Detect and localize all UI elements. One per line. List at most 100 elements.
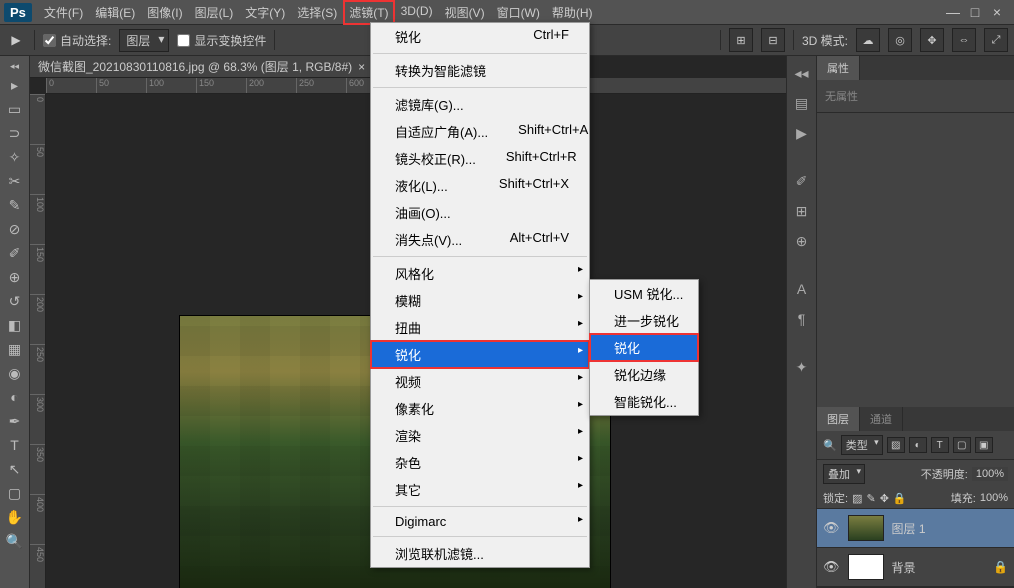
layer-name[interactable]: 图层 1	[892, 520, 926, 537]
submenu-item[interactable]: 智能锐化...	[590, 388, 698, 415]
auto-select-checkbox[interactable]: 自动选择:	[43, 32, 111, 49]
clone-stamp-tool[interactable]: ⊕	[3, 266, 27, 288]
distribute-button[interactable]: ⊟	[761, 28, 785, 52]
lock-paint-icon[interactable]: ✎	[866, 492, 875, 505]
lock-transparency-icon[interactable]: ▨	[852, 492, 862, 505]
history-panel-icon[interactable]: ▤	[791, 92, 813, 114]
actions-panel-icon[interactable]: ▶	[791, 122, 813, 144]
menubar-item[interactable]: 窗口(W)	[491, 0, 546, 25]
brush-panel-icon[interactable]: ✐	[791, 170, 813, 192]
tab-layers[interactable]: 图层	[817, 407, 860, 431]
menu-item-像素化[interactable]: 像素化	[371, 395, 589, 422]
healing-brush-tool[interactable]: ⊘	[3, 218, 27, 240]
menu-item-browse-filters[interactable]: 浏览联机滤镜...	[371, 540, 589, 567]
3d-orbit-icon[interactable]: ☁	[856, 28, 880, 52]
swatches-panel-icon[interactable]: ✦	[791, 356, 813, 378]
menu-item-风格化[interactable]: 风格化	[371, 260, 589, 287]
menu-item-其它[interactable]: 其它	[371, 476, 589, 503]
filter-type-icon[interactable]: T	[931, 437, 949, 453]
collapse-icon[interactable]: ◂◂	[3, 60, 27, 72]
submenu-item[interactable]: 进一步锐化	[590, 307, 698, 334]
clone-source-icon[interactable]: ⊕	[791, 230, 813, 252]
menu-item-filter-gallery[interactable]: 滤镜库(G)...	[371, 91, 589, 118]
move-tool-icon[interactable]: ▶	[6, 30, 26, 50]
visibility-icon[interactable]: 👁	[823, 520, 840, 536]
align-button[interactable]: ⊞	[729, 28, 753, 52]
layer-name[interactable]: 背景	[892, 559, 916, 576]
close-button[interactable]: ×	[990, 5, 1004, 19]
filter-shape-icon[interactable]: ▢	[953, 437, 971, 453]
dodge-tool[interactable]: ◐	[3, 386, 27, 408]
lock-position-icon[interactable]: ✥	[880, 492, 889, 505]
menubar-item[interactable]: 视图(V)	[439, 0, 491, 25]
layer-item[interactable]: 👁 背景 🔒	[817, 548, 1014, 587]
document-tab[interactable]: 微信截图_20210830110816.jpg @ 68.3% (图层 1, R…	[30, 56, 373, 78]
menu-item-杂色[interactable]: 杂色	[371, 449, 589, 476]
crop-tool[interactable]: ✂	[3, 170, 27, 192]
opacity-value[interactable]: 100%	[972, 467, 1008, 481]
filter-smart-icon[interactable]: ▣	[975, 437, 993, 453]
eraser-tool[interactable]: ◧	[3, 314, 27, 336]
menubar-item[interactable]: 3D(D)	[395, 0, 439, 25]
layer-filter-kind[interactable]: 类型	[841, 435, 883, 455]
show-transform-checkbox[interactable]: 显示变换控件	[177, 32, 266, 49]
type-tool[interactable]: T	[3, 434, 27, 456]
history-brush-tool[interactable]: ↺	[3, 290, 27, 312]
menu-item-vanishing-point[interactable]: 消失点(V)...Alt+Ctrl+V	[371, 226, 589, 253]
menu-item-digimarc[interactable]: Digimarc	[371, 510, 589, 533]
rectangle-tool[interactable]: ▢	[3, 482, 27, 504]
layer-item[interactable]: 👁 图层 1	[817, 509, 1014, 548]
menubar-item[interactable]: 图像(I)	[141, 0, 188, 25]
layer-thumbnail[interactable]	[848, 515, 884, 541]
paragraph-panel-icon[interactable]: ¶	[791, 308, 813, 330]
maximize-button[interactable]: □	[968, 5, 982, 19]
close-icon[interactable]: ×	[358, 60, 365, 74]
3d-roll-icon[interactable]: ◎	[888, 28, 912, 52]
visibility-icon[interactable]: 👁	[823, 559, 840, 575]
3d-pan-icon[interactable]: ✥	[920, 28, 944, 52]
filter-pixel-icon[interactable]: ▨	[887, 437, 905, 453]
path-selection-tool[interactable]: ↖	[3, 458, 27, 480]
magic-wand-tool[interactable]: ✧	[3, 146, 27, 168]
layer-thumbnail[interactable]	[848, 554, 884, 580]
tab-channels[interactable]: 通道	[860, 407, 903, 431]
menu-item-模糊[interactable]: 模糊	[371, 287, 589, 314]
3d-slide-icon[interactable]: ⇔	[952, 28, 976, 52]
filter-adjust-icon[interactable]: ◐	[909, 437, 927, 453]
menu-item-lens-correction[interactable]: 镜头校正(R)...Shift+Ctrl+R	[371, 145, 589, 172]
3d-zoom-icon[interactable]: ⤢	[984, 28, 1008, 52]
menubar-item[interactable]: 图层(L)	[189, 0, 240, 25]
fill-value[interactable]: 100%	[980, 492, 1008, 504]
menubar-item[interactable]: 编辑(E)	[89, 0, 141, 25]
menubar-item[interactable]: 文字(Y)	[239, 0, 291, 25]
hand-tool[interactable]: ✋	[3, 506, 27, 528]
submenu-item[interactable]: 锐化	[590, 334, 698, 361]
marquee-tool[interactable]: ▭	[3, 98, 27, 120]
brush-tool[interactable]: ✐	[3, 242, 27, 264]
menubar-item[interactable]: 选择(S)	[291, 0, 343, 25]
menu-item-adaptive-wide-angle[interactable]: 自适应广角(A)...Shift+Ctrl+A	[371, 118, 589, 145]
eyedropper-tool[interactable]: ✎	[3, 194, 27, 216]
menubar-item[interactable]: 帮助(H)	[546, 0, 599, 25]
zoom-tool[interactable]: 🔍	[3, 530, 27, 552]
blur-tool[interactable]: ◉	[3, 362, 27, 384]
menu-item-锐化[interactable]: 锐化	[371, 341, 589, 368]
collapse-icon[interactable]: ◂◂	[791, 62, 813, 84]
submenu-item[interactable]: USM 锐化...	[590, 280, 698, 307]
lasso-tool[interactable]: ⊃	[3, 122, 27, 144]
lock-all-icon[interactable]: 🔒	[893, 492, 907, 505]
menu-item-liquify[interactable]: 液化(L)...Shift+Ctrl+X	[371, 172, 589, 199]
brush-presets-icon[interactable]: ⊞	[791, 200, 813, 222]
gradient-tool[interactable]: ▦	[3, 338, 27, 360]
menubar-item[interactable]: 滤镜(T)	[343, 0, 394, 25]
submenu-item[interactable]: 锐化边缘	[590, 361, 698, 388]
move-tool[interactable]: ▸	[3, 74, 27, 96]
menu-item-oil-paint[interactable]: 油画(O)...	[371, 199, 589, 226]
pen-tool[interactable]: ✒	[3, 410, 27, 432]
menu-item-last-filter[interactable]: 锐化Ctrl+F	[371, 23, 589, 50]
menubar-item[interactable]: 文件(F)	[38, 0, 89, 25]
menu-item-渲染[interactable]: 渲染	[371, 422, 589, 449]
tab-properties[interactable]: 属性	[817, 56, 860, 80]
menu-item-视频[interactable]: 视频	[371, 368, 589, 395]
minimize-button[interactable]: —	[946, 5, 960, 19]
